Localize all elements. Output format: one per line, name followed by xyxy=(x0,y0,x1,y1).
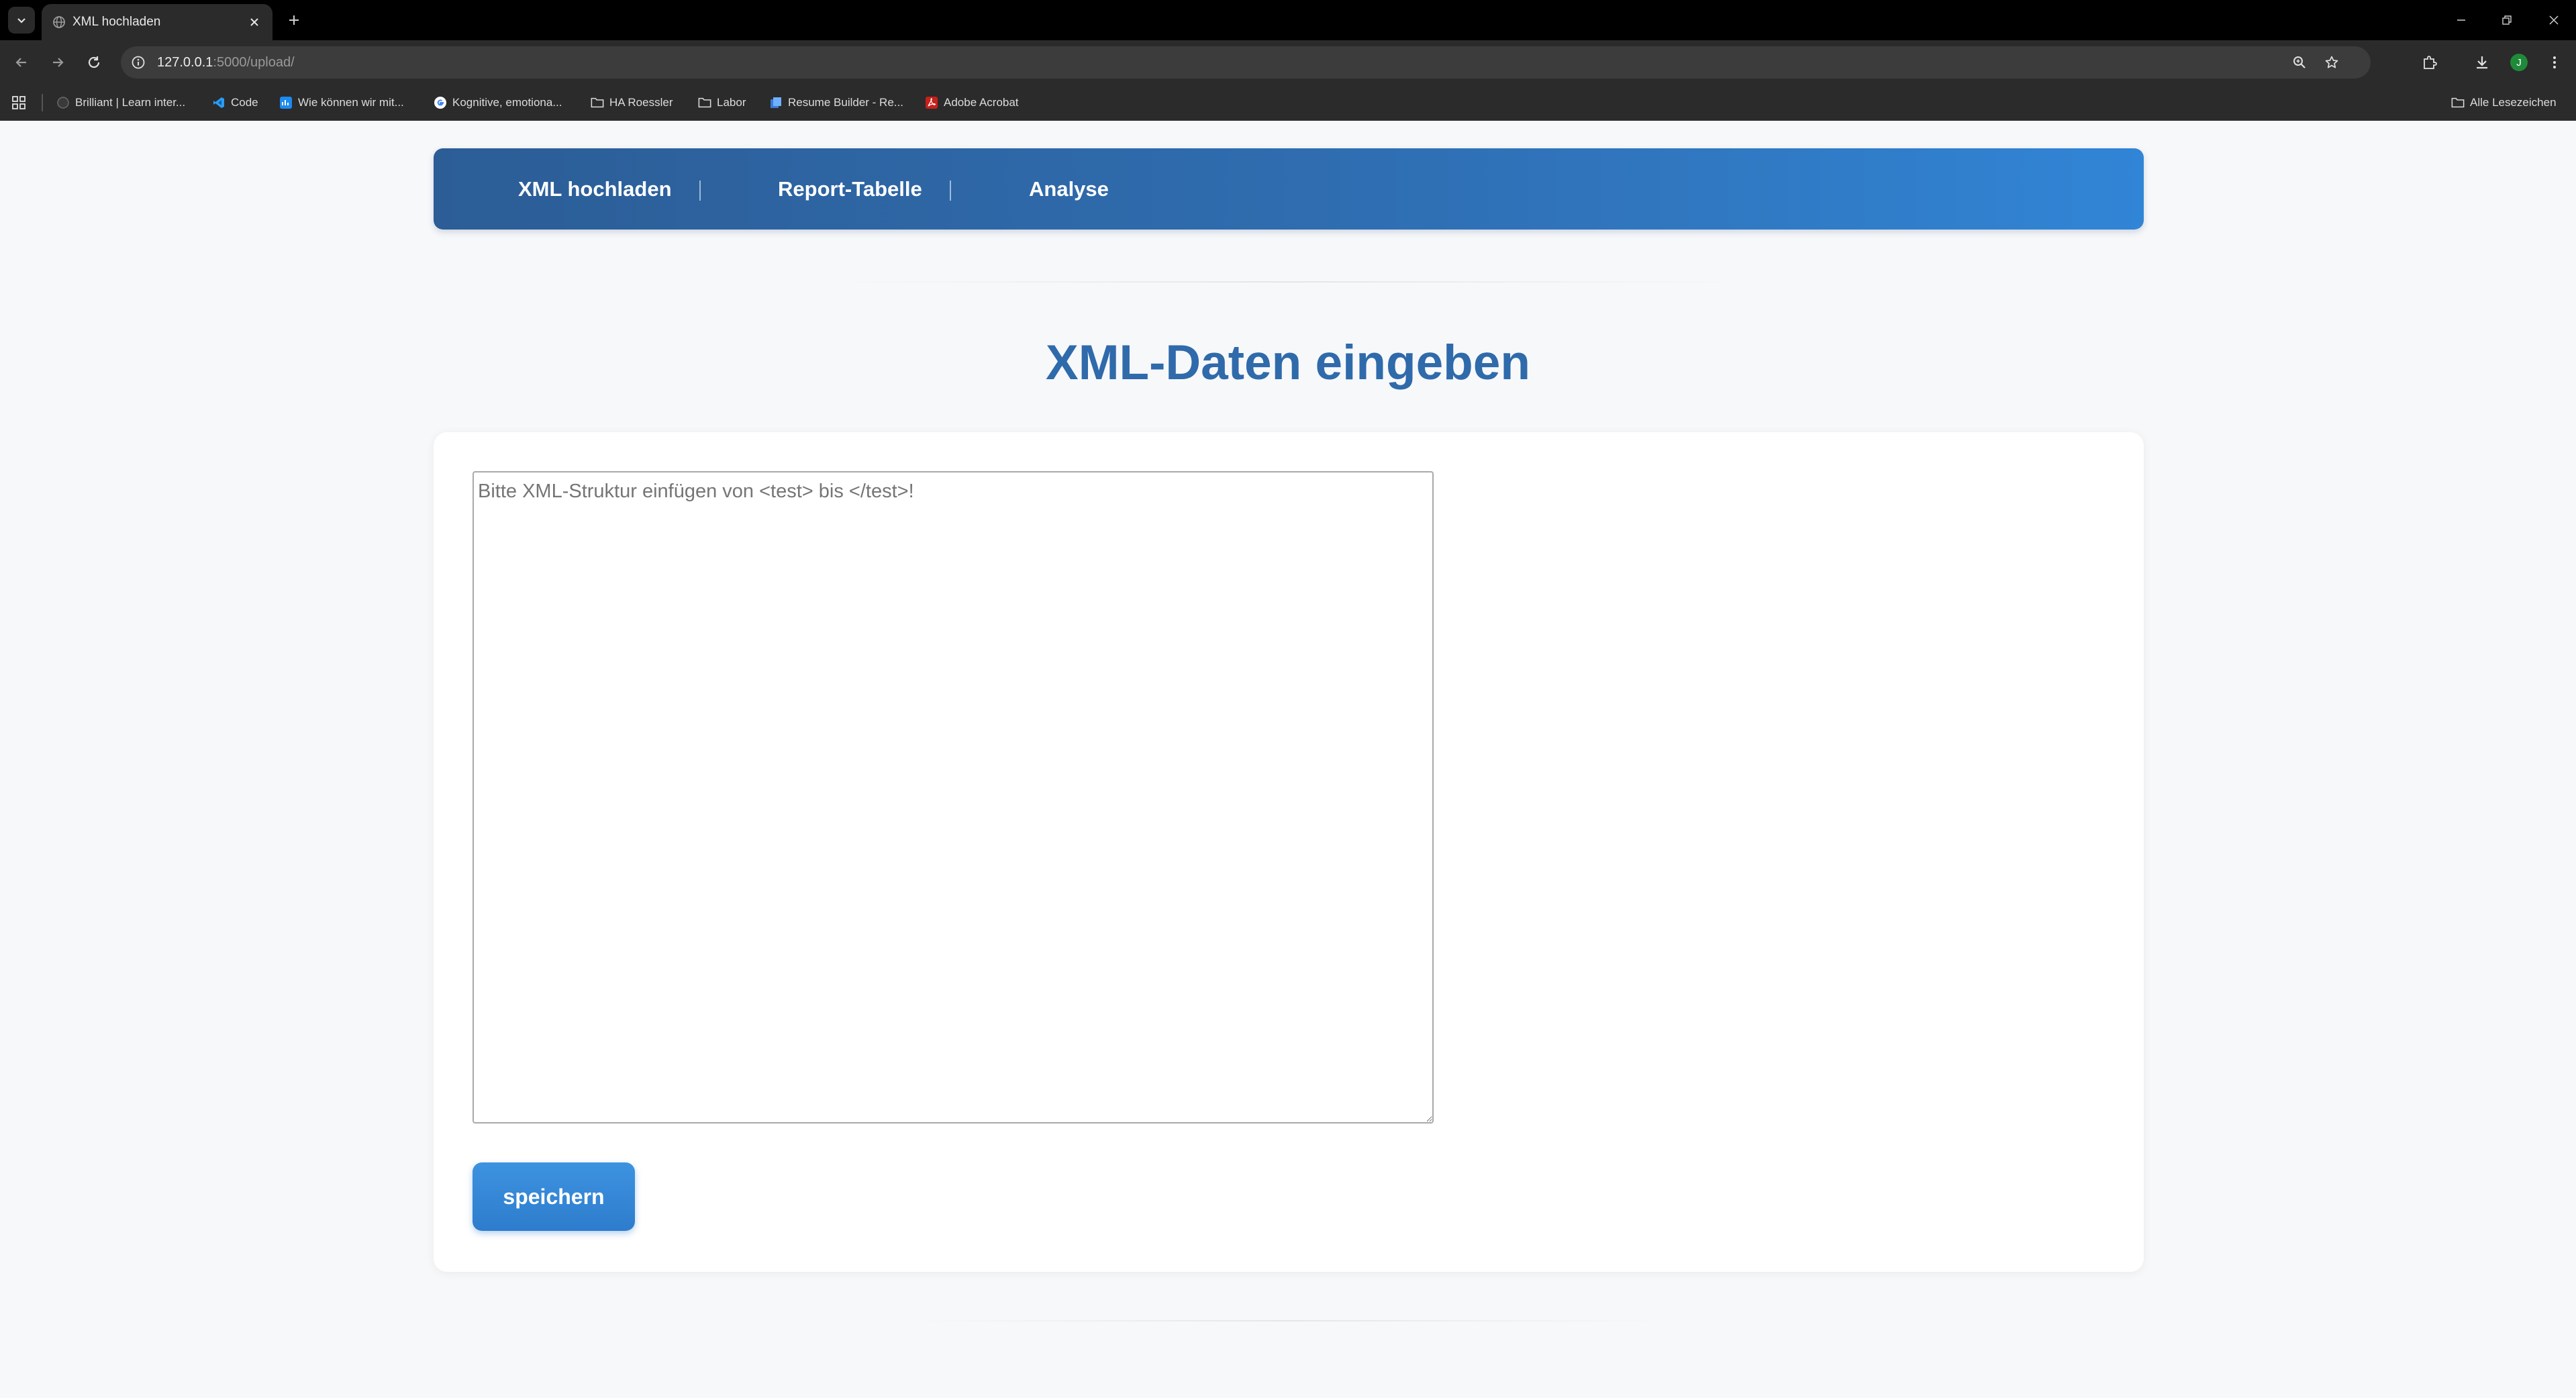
bookmark-item[interactable]: Kognitive, emotiona... xyxy=(434,93,562,113)
save-button[interactable]: speichern xyxy=(473,1162,635,1231)
google-icon xyxy=(434,96,447,109)
bookmark-item[interactable]: Adobe Acrobat xyxy=(925,93,1019,113)
main-navbar: XML hochladen Report-Tabelle Analyse xyxy=(434,148,2144,230)
divider-line xyxy=(913,1320,1665,1321)
chart-app-icon xyxy=(279,96,293,109)
brilliant-icon xyxy=(56,96,70,109)
bookmark-item[interactable]: Brilliant | Learn inter... xyxy=(56,93,185,113)
browser-menu-button[interactable] xyxy=(2541,49,2568,76)
new-tab-button[interactable] xyxy=(282,8,306,32)
url-host: 127.0.0.1 xyxy=(157,55,213,70)
tab-search-button[interactable] xyxy=(8,7,35,34)
arrow-left-icon xyxy=(15,58,26,67)
acrobat-icon xyxy=(925,96,938,109)
profile-button[interactable]: J xyxy=(2506,49,2532,76)
close-window-button[interactable] xyxy=(2537,7,2571,34)
info-icon xyxy=(132,56,145,69)
restore-button[interactable] xyxy=(2490,7,2524,34)
puzzle-icon xyxy=(2424,56,2437,69)
nav-divider xyxy=(699,181,701,201)
restore-icon xyxy=(2502,15,2512,25)
zoom-icon xyxy=(2293,56,2306,68)
folder-icon xyxy=(591,96,604,109)
tab-close-button[interactable] xyxy=(244,12,264,32)
folder-icon xyxy=(2451,96,2465,109)
bookmark-item[interactable]: Code xyxy=(212,93,258,113)
globe-icon xyxy=(53,16,65,28)
close-icon xyxy=(250,18,258,26)
url-text[interactable]: 127.0.0.1:5000/upload/ xyxy=(157,55,295,70)
bookmark-label: Labor xyxy=(717,96,746,109)
nav-link-xml-upload[interactable]: XML hochladen xyxy=(518,177,672,201)
active-tab[interactable]: XML hochladen xyxy=(42,4,273,40)
close-icon xyxy=(2549,15,2559,25)
bookmarks-divider xyxy=(42,94,43,111)
site-info-button[interactable] xyxy=(130,54,146,70)
upload-form-card: speichern xyxy=(434,432,2144,1272)
bookmarks-bar: Brilliant | Learn inter... Code Wie könn… xyxy=(0,85,2576,121)
resume-builder-icon xyxy=(769,96,783,109)
nav-link-analysis[interactable]: Analyse xyxy=(1029,177,1109,201)
chevron-down-icon xyxy=(17,18,26,23)
bookmark-label: Kognitive, emotiona... xyxy=(452,96,562,109)
star-icon xyxy=(2325,56,2338,68)
bookmark-item[interactable]: Labor xyxy=(698,93,746,113)
bookmark-label: Adobe Acrobat xyxy=(944,96,1019,109)
reload-icon xyxy=(88,56,100,68)
all-bookmarks-button[interactable]: Alle Lesezeichen xyxy=(2451,93,2557,113)
nav-link-report-table[interactable]: Report-Tabelle xyxy=(778,177,922,201)
nav-divider xyxy=(950,181,951,201)
bookmark-star-button[interactable] xyxy=(2322,53,2341,72)
extensions-button[interactable] xyxy=(2416,49,2443,76)
bookmark-item[interactable]: Resume Builder - Re... xyxy=(769,93,903,113)
zoom-button[interactable] xyxy=(2290,53,2309,72)
page-content: XML hochladen Report-Tabelle Analyse XML… xyxy=(0,121,2576,1398)
forward-button[interactable] xyxy=(44,49,71,76)
bookmark-label: HA Roessler xyxy=(609,96,673,109)
tab-strip: XML hochladen xyxy=(0,0,2576,40)
browser-toolbar: 127.0.0.1:5000/upload/ J xyxy=(0,40,2576,85)
bookmark-item[interactable]: HA Roessler xyxy=(591,93,673,113)
tab-title: XML hochladen xyxy=(72,15,161,29)
more-vertical-icon xyxy=(2553,56,2556,68)
divider-line xyxy=(839,281,1738,283)
arrow-right-icon xyxy=(53,58,64,67)
download-icon xyxy=(2477,56,2487,69)
page-title: XML-Daten eingeben xyxy=(1046,336,1530,390)
address-bar[interactable]: 127.0.0.1:5000/upload/ xyxy=(121,46,2371,79)
folder-icon xyxy=(698,96,711,109)
bookmark-label: Brilliant | Learn inter... xyxy=(75,96,186,109)
xml-input-textarea[interactable] xyxy=(473,471,1434,1124)
apps-button[interactable] xyxy=(9,93,28,112)
vscode-icon xyxy=(212,96,226,109)
bookmark-label: Code xyxy=(231,96,258,109)
reload-button[interactable] xyxy=(81,49,107,76)
bookmark-item[interactable]: Wie können wir mit... xyxy=(279,93,404,113)
url-path: :5000/upload/ xyxy=(213,55,295,70)
all-bookmarks-label: Alle Lesezeichen xyxy=(2470,96,2557,109)
avatar: J xyxy=(2510,54,2528,71)
minimize-icon xyxy=(2457,19,2465,21)
plus-icon xyxy=(289,15,299,25)
downloads-button[interactable] xyxy=(2469,49,2495,76)
back-button[interactable] xyxy=(8,49,35,76)
minimize-button[interactable] xyxy=(2444,7,2478,34)
bookmark-label: Resume Builder - Re... xyxy=(788,96,903,109)
grid-icon xyxy=(12,96,26,109)
bookmark-label: Wie können wir mit... xyxy=(298,96,404,109)
